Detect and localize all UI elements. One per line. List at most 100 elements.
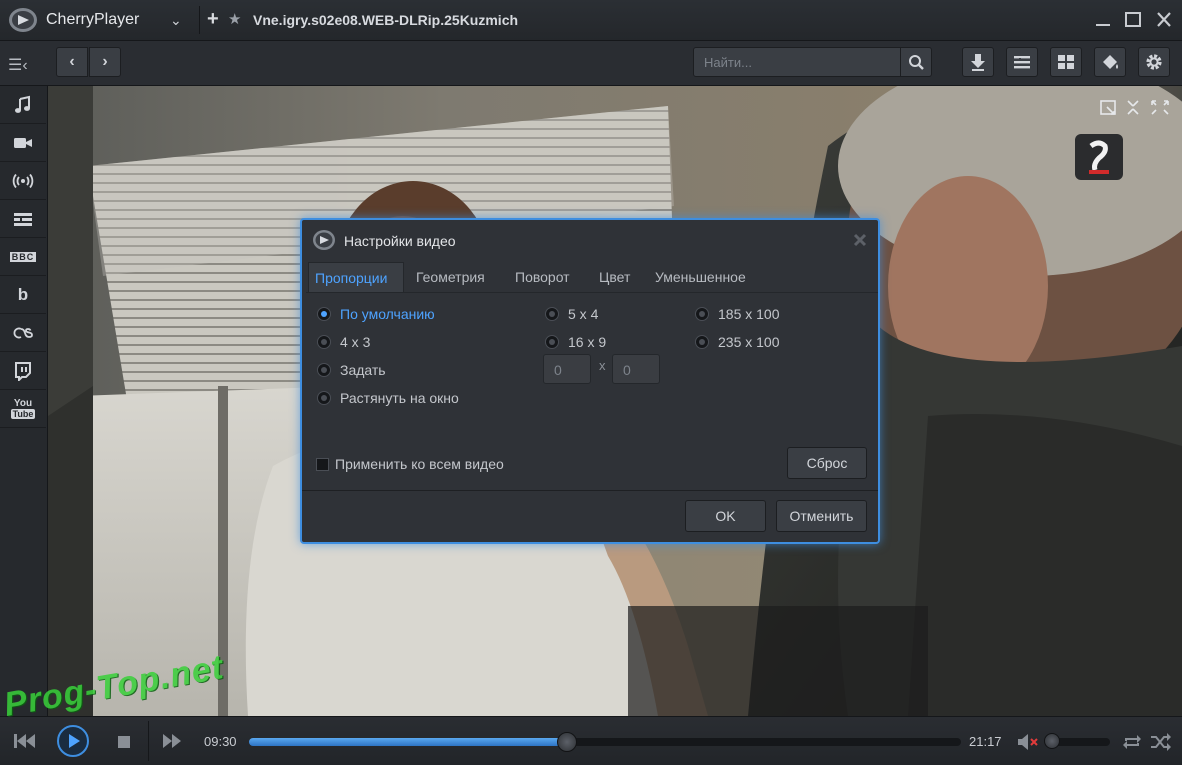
tab-thumbnail[interactable]: Уменьшенное [649, 262, 752, 292]
channel-logo-icon [1075, 134, 1123, 180]
divider [199, 6, 200, 34]
tab-color[interactable]: Цвет [593, 262, 636, 292]
search-button[interactable] [900, 47, 932, 77]
current-time: 09:30 [204, 734, 237, 749]
playback-bar: 09:30 21:17 [0, 716, 1182, 765]
custom-width-input[interactable]: 0 [543, 354, 591, 384]
radio-default[interactable]: По умолчанию [317, 304, 435, 324]
checkbox-box [316, 457, 329, 471]
radio-dot [545, 335, 559, 349]
skin-button[interactable] [1094, 47, 1126, 77]
volume-handle[interactable] [1043, 733, 1060, 749]
download-button[interactable] [962, 47, 994, 77]
app-menu-chevron-icon[interactable]: ⌄ [170, 12, 182, 29]
sidebar-item-lastfm[interactable] [0, 314, 46, 352]
radio-label: 16 x 9 [568, 334, 607, 350]
custom-height-input[interactable]: 0 [612, 354, 660, 384]
dialog-logo-icon [313, 230, 335, 250]
close-icon[interactable] [852, 232, 868, 248]
divider [148, 721, 149, 761]
sidebar-item-radio[interactable] [0, 162, 46, 200]
video-overlay-controls[interactable] [1098, 98, 1172, 118]
sidebar-item-tv[interactable] [0, 200, 46, 238]
dialog-tabs: Пропорции Геометрия Поворот Цвет Уменьше… [306, 262, 878, 293]
reset-button[interactable]: Сброс [787, 447, 867, 479]
play-icon [69, 734, 80, 748]
twitch-icon [15, 361, 31, 381]
back-button[interactable]: ‹ [56, 47, 88, 77]
bbc-icon: BBC [9, 251, 37, 262]
sidebar: BBC b You Tube [0, 86, 48, 716]
radio-16x9[interactable]: 16 x 9 [545, 332, 606, 352]
seek-handle[interactable] [556, 732, 577, 752]
total-time: 21:17 [969, 734, 1002, 749]
radio-label: По умолчанию [340, 306, 435, 322]
radio-dot [545, 307, 559, 321]
radio-label: 235 x 100 [718, 334, 780, 350]
speaker-muted-icon[interactable] [1016, 732, 1042, 752]
broadcast-icon [12, 173, 34, 188]
tab-rotation[interactable]: Поворот [509, 262, 576, 292]
gear-icon [1146, 54, 1162, 70]
tab-geometry[interactable]: Геометрия [410, 262, 491, 292]
search-input[interactable] [693, 47, 901, 77]
playlist-icon [1014, 56, 1030, 69]
next-icon[interactable] [160, 731, 186, 751]
video-camera-icon [14, 137, 32, 148]
sidebar-item-bandcamp[interactable]: b [0, 276, 46, 314]
sidebar-item-twitch[interactable] [0, 352, 46, 390]
radio-235x100[interactable]: 235 x 100 [695, 332, 780, 352]
layout-button[interactable] [1050, 47, 1082, 77]
sidebar-item-video[interactable] [0, 124, 46, 162]
search-icon [909, 55, 924, 70]
radio-4x3[interactable]: 4 x 3 [317, 332, 370, 352]
playlist-button[interactable] [1006, 47, 1038, 77]
media-title: Vne.igry.s02e08.WEB-DLRip.25Kuzmich [253, 12, 519, 28]
minimize-icon[interactable] [1092, 10, 1114, 30]
stop-icon[interactable] [116, 734, 132, 750]
sidebar-item-music[interactable] [0, 86, 46, 124]
youtube-icon-bottom: Tube [10, 408, 36, 419]
cherryplayer-logo-icon [9, 8, 37, 32]
close-icon[interactable] [1153, 10, 1175, 30]
radio-label: 185 x 100 [718, 306, 780, 322]
previous-icon[interactable] [12, 731, 38, 751]
music-note-icon [15, 95, 30, 113]
radio-dot [695, 335, 709, 349]
radio-label: 5 x 4 [568, 306, 599, 322]
ok-button[interactable]: OK [685, 500, 766, 532]
forward-button[interactable]: › [89, 47, 121, 77]
radio-5x4[interactable]: 5 x 4 [545, 304, 598, 324]
download-icon [971, 54, 985, 71]
radio-label: Задать [340, 362, 386, 378]
apply-all-checkbox[interactable]: Применить ко всем видео [316, 456, 504, 472]
cancel-button[interactable]: Отменить [776, 500, 867, 532]
settings-button[interactable] [1138, 47, 1170, 77]
play-button[interactable] [57, 725, 89, 757]
seek-slider[interactable] [249, 732, 961, 752]
repeat-icon[interactable] [1121, 732, 1143, 752]
radio-185x100[interactable]: 185 x 100 [695, 304, 780, 324]
sidebar-item-bbc[interactable]: BBC [0, 238, 46, 276]
radio-custom[interactable]: Задать [317, 360, 386, 380]
lastfm-icon [13, 327, 33, 338]
paint-bucket-icon [1103, 55, 1118, 69]
dimension-separator: x [599, 358, 606, 373]
shuffle-icon[interactable] [1149, 732, 1173, 752]
radio-dot [317, 391, 331, 405]
video-settings-dialog: Настройки видео Пропорции Геометрия Пово… [300, 218, 880, 544]
bandcamp-icon: b [17, 284, 29, 304]
sidebar-toggle-icon[interactable]: ☰‹ [8, 55, 28, 75]
checkbox-label: Применить ко всем видео [335, 456, 504, 472]
add-tab-icon[interactable]: + [207, 8, 219, 31]
tab-proportions[interactable]: Пропорции [308, 262, 404, 292]
maximize-icon[interactable] [1122, 10, 1144, 30]
radio-stretch[interactable]: Растянуть на окно [317, 388, 459, 408]
radio-dot [695, 307, 709, 321]
radio-dot [317, 335, 331, 349]
sidebar-item-youtube[interactable]: You Tube [0, 390, 46, 428]
volume-slider[interactable] [1043, 733, 1110, 749]
favorite-star-icon[interactable]: ★ [228, 10, 241, 28]
radio-label: 4 x 3 [340, 334, 371, 350]
radio-dot [317, 307, 331, 321]
